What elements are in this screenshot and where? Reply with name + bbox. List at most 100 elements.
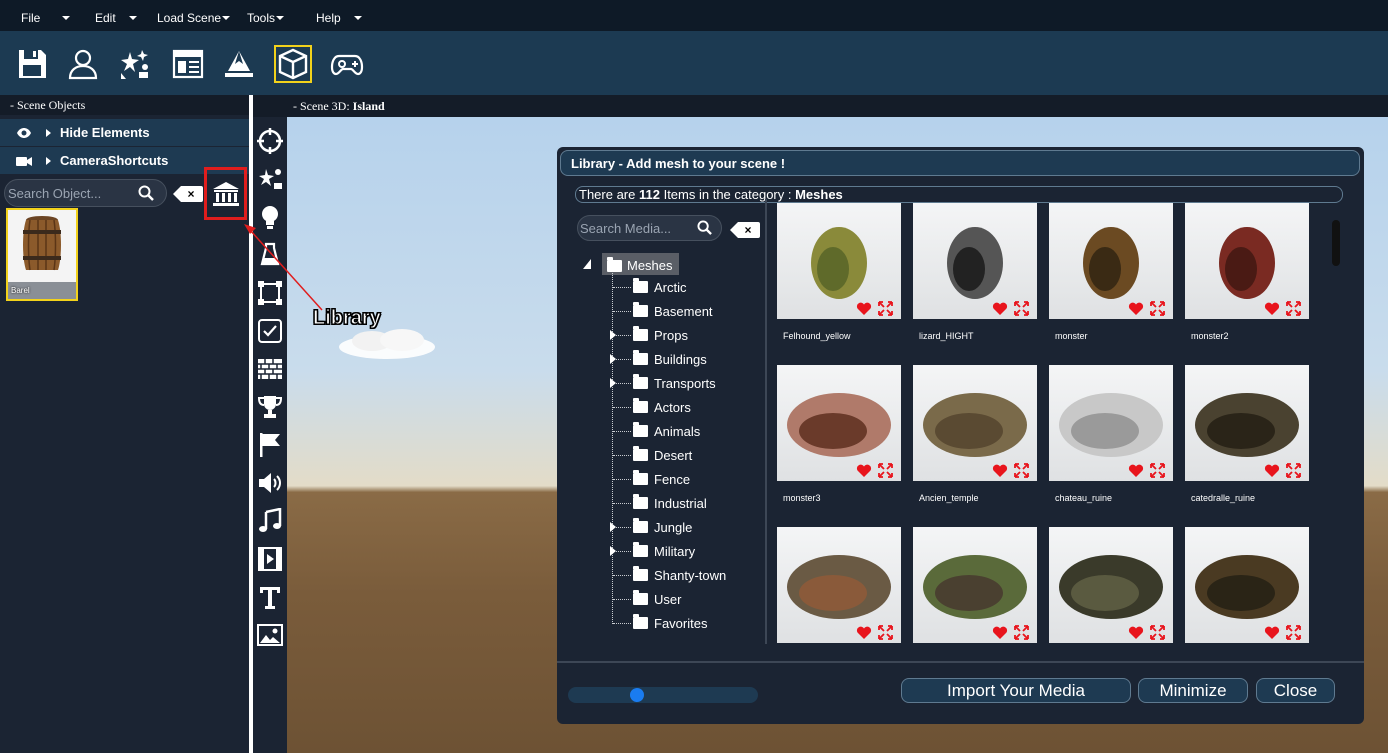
tree-node-desert[interactable]: Desert bbox=[633, 445, 692, 465]
search-icon[interactable] bbox=[138, 185, 154, 204]
search-media-input[interactable]: Search Media... bbox=[577, 215, 722, 241]
media-item[interactable] bbox=[913, 203, 1037, 319]
tree-node-user[interactable]: User bbox=[633, 589, 681, 609]
tree-node-arctic[interactable]: Arctic bbox=[633, 277, 687, 297]
favorite-heart-icon[interactable] bbox=[1264, 302, 1280, 316]
tree-node-transports[interactable]: Transports bbox=[633, 373, 716, 393]
expand-icon[interactable] bbox=[610, 378, 616, 388]
favorite-heart-icon[interactable] bbox=[1264, 464, 1280, 478]
save-button[interactable] bbox=[13, 45, 51, 83]
panel-title: - Scene Objects bbox=[0, 95, 250, 115]
checkbox-button[interactable] bbox=[257, 318, 283, 344]
selection-button[interactable] bbox=[257, 280, 283, 306]
menu-load-scene[interactable]: Load Scene bbox=[157, 11, 231, 25]
media-item[interactable] bbox=[777, 527, 901, 643]
tree-node-shanty-town[interactable]: Shanty-town bbox=[633, 565, 726, 585]
media-item[interactable] bbox=[913, 527, 1037, 643]
text-button[interactable] bbox=[257, 584, 283, 610]
collapse-icon[interactable] bbox=[581, 257, 595, 271]
layout-button[interactable] bbox=[169, 45, 207, 83]
media-item[interactable] bbox=[1049, 365, 1173, 481]
tree-node-military[interactable]: Military bbox=[633, 541, 695, 561]
expand-arrows-icon[interactable] bbox=[1150, 301, 1165, 316]
media-item[interactable] bbox=[1185, 365, 1309, 481]
search-object-input[interactable]: Search Object... bbox=[4, 179, 167, 207]
media-item[interactable] bbox=[1049, 527, 1173, 643]
grid-scrollbar[interactable] bbox=[1332, 220, 1340, 266]
expand-arrows-icon[interactable] bbox=[1014, 301, 1029, 316]
light-button[interactable] bbox=[257, 204, 283, 230]
expand-arrows-icon[interactable] bbox=[1286, 625, 1301, 640]
media-item[interactable] bbox=[1049, 203, 1173, 319]
favorite-heart-icon[interactable] bbox=[856, 464, 872, 478]
expand-arrows-icon[interactable] bbox=[1286, 301, 1301, 316]
tree-root-meshes[interactable]: Meshes bbox=[602, 253, 679, 275]
expand-arrows-icon[interactable] bbox=[1286, 463, 1301, 478]
bottle-button[interactable] bbox=[257, 242, 283, 268]
effects-button[interactable] bbox=[116, 45, 154, 83]
favorite-heart-icon[interactable] bbox=[992, 302, 1008, 316]
gamepad-button[interactable] bbox=[328, 45, 366, 83]
expand-icon[interactable] bbox=[610, 330, 616, 340]
media-item[interactable] bbox=[1185, 527, 1309, 643]
favorite-heart-icon[interactable] bbox=[1128, 626, 1144, 640]
expand-icon[interactable] bbox=[610, 546, 616, 556]
asset-thumbnail[interactable]: Barel bbox=[6, 208, 78, 301]
favorite-heart-icon[interactable] bbox=[992, 626, 1008, 640]
favorite-heart-icon[interactable] bbox=[856, 626, 872, 640]
minimize-button[interactable]: Minimize bbox=[1138, 678, 1248, 703]
expand-icon[interactable] bbox=[610, 522, 616, 532]
expand-arrows-icon[interactable] bbox=[1014, 463, 1029, 478]
tree-node-favorites[interactable]: Favorites bbox=[633, 613, 707, 633]
menu-edit[interactable]: Edit bbox=[95, 11, 137, 25]
media-item[interactable] bbox=[1185, 203, 1309, 319]
sound-button[interactable] bbox=[257, 470, 283, 496]
clear-search-button[interactable]: × bbox=[173, 186, 203, 202]
expand-arrows-icon[interactable] bbox=[878, 463, 893, 478]
media-item[interactable] bbox=[777, 365, 901, 481]
media-item[interactable] bbox=[913, 365, 1037, 481]
favorite-heart-icon[interactable] bbox=[992, 464, 1008, 478]
favorite-heart-icon[interactable] bbox=[1128, 302, 1144, 316]
mesh-button[interactable] bbox=[274, 45, 312, 83]
media-item[interactable] bbox=[777, 203, 901, 319]
effects-tool-button[interactable] bbox=[257, 166, 283, 192]
favorite-heart-icon[interactable] bbox=[856, 302, 872, 316]
search-icon[interactable] bbox=[697, 220, 712, 238]
image-button[interactable] bbox=[257, 622, 283, 648]
menu-help[interactable]: Help bbox=[316, 11, 362, 25]
close-button[interactable]: Close bbox=[1256, 678, 1335, 703]
tree-node-basement[interactable]: Basement bbox=[633, 301, 713, 321]
tree-node-fence[interactable]: Fence bbox=[633, 469, 690, 489]
hide-elements-row[interactable]: Hide Elements bbox=[0, 119, 250, 146]
target-button[interactable] bbox=[257, 128, 283, 154]
clear-media-search-button[interactable]: × bbox=[730, 222, 760, 238]
tree-node-animals[interactable]: Animals bbox=[633, 421, 700, 441]
expand-arrows-icon[interactable] bbox=[878, 301, 893, 316]
flag-button[interactable] bbox=[257, 432, 283, 458]
expand-arrows-icon[interactable] bbox=[878, 625, 893, 640]
expand-arrows-icon[interactable] bbox=[1014, 625, 1029, 640]
tree-node-buildings[interactable]: Buildings bbox=[633, 349, 707, 369]
music-button[interactable] bbox=[257, 508, 283, 534]
terrain-button[interactable] bbox=[220, 45, 258, 83]
tree-node-props[interactable]: Props bbox=[633, 325, 688, 345]
menu-tools[interactable]: Tools bbox=[247, 11, 285, 25]
favorite-heart-icon[interactable] bbox=[1264, 626, 1280, 640]
tree-node-actors[interactable]: Actors bbox=[633, 397, 691, 417]
thumbnail-size-slider[interactable] bbox=[568, 687, 758, 703]
expand-icon[interactable] bbox=[610, 354, 616, 364]
user-button[interactable] bbox=[64, 45, 102, 83]
expand-arrows-icon[interactable] bbox=[1150, 463, 1165, 478]
video-button[interactable] bbox=[257, 546, 283, 572]
menu-file[interactable]: File bbox=[21, 11, 71, 25]
favorite-heart-icon[interactable] bbox=[1128, 464, 1144, 478]
import-media-button[interactable]: Import Your Media bbox=[901, 678, 1131, 703]
library-button[interactable] bbox=[204, 167, 247, 220]
tree-node-jungle[interactable]: Jungle bbox=[633, 517, 692, 537]
expand-arrows-icon[interactable] bbox=[1150, 625, 1165, 640]
tree-node-industrial[interactable]: Industrial bbox=[633, 493, 707, 513]
wall-button[interactable] bbox=[257, 356, 283, 382]
trophy-button[interactable] bbox=[257, 394, 283, 420]
slider-knob[interactable] bbox=[629, 688, 644, 702]
